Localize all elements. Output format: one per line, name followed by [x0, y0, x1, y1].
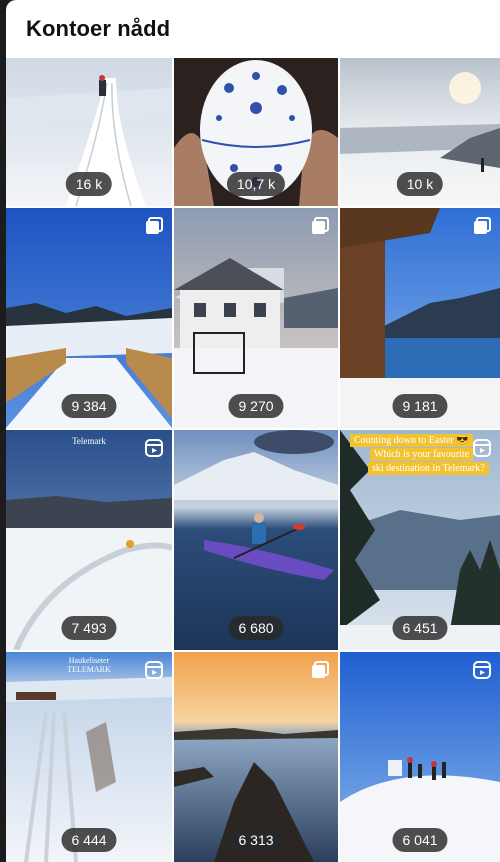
post-tile[interactable]: 9 181 [340, 208, 500, 428]
post-tile[interactable]: Haukeliseter TELEMARK 6 444 [6, 652, 172, 862]
post-tile[interactable]: 6 041 [340, 652, 500, 862]
post-tile[interactable]: 6 680 [174, 430, 338, 650]
post-tile[interactable]: 9 384 [6, 208, 172, 428]
reach-count: 9 384 [61, 394, 117, 418]
reel-icon [473, 661, 491, 679]
post-tile[interactable]: 9 270 [174, 208, 338, 428]
reach-count: 10 k [396, 172, 444, 196]
carousel-icon [312, 217, 329, 234]
carousel-icon [146, 217, 163, 234]
reach-count: 6 444 [61, 828, 117, 852]
post-tile[interactable]: Counting down to Easter 😎 Which is your … [340, 430, 500, 650]
reach-count: 9 270 [228, 394, 284, 418]
tile-caption: ski destination in Telemark? [368, 462, 489, 475]
tile-caption: Which is your favourite [370, 448, 474, 461]
reach-count: 10,7 k [226, 172, 286, 196]
reach-count: 6 451 [392, 616, 448, 640]
reel-icon [145, 439, 163, 457]
reach-count: 6 680 [228, 616, 284, 640]
reel-icon [473, 439, 491, 457]
post-tile[interactable]: 6 313 [174, 652, 338, 862]
reach-count: 6 041 [392, 828, 448, 852]
reach-sheet: Kontoer nådd 16 k 10,7 k 10 k 9 384 9 27… [6, 0, 500, 862]
page-title: Kontoer nådd [26, 16, 171, 41]
post-tile[interactable]: 10,7 k [174, 58, 338, 206]
post-tile[interactable]: Telemark 7 493 [6, 430, 172, 650]
carousel-icon [312, 661, 329, 678]
reach-count: 7 493 [61, 616, 117, 640]
carousel-icon [474, 217, 491, 234]
post-tile[interactable]: 10 k [340, 58, 500, 206]
post-tile[interactable]: 16 k [6, 58, 172, 206]
tile-caption: Counting down to Easter 😎 [350, 434, 473, 447]
reach-count: 6 313 [228, 828, 284, 852]
reel-icon [145, 661, 163, 679]
reach-count: 9 181 [392, 394, 448, 418]
reach-count: 16 k [65, 172, 113, 196]
